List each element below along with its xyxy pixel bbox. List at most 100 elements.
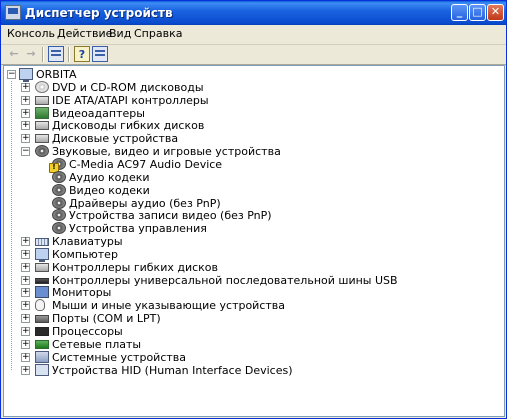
processor-icon (35, 327, 49, 336)
ide-controller-icon (35, 95, 49, 105)
expand-toggle[interactable]: + (21, 365, 30, 375)
tree-node[interactable]: + Устройства HID (Human Interface Devices… (4, 363, 502, 377)
device-label: C-Media AC97 Audio Device (69, 157, 223, 171)
category-label: Клавиатуры (52, 235, 123, 249)
toolbar: ← → ? (1, 45, 506, 65)
menu-action[interactable]: Действие (57, 27, 112, 40)
tree-node[interactable]: + Дисковые устройства (4, 132, 502, 145)
tree-node[interactable]: + Видеоадаптеры (4, 106, 502, 120)
expand-toggle[interactable]: + (21, 314, 30, 324)
help-icon[interactable]: ? (74, 46, 90, 62)
category-label: Порты (COM и LPT) (52, 312, 161, 326)
sound-device-icon (52, 183, 66, 196)
tree-node[interactable]: + Системные устройства (4, 350, 502, 364)
tree-node[interactable]: − ORBITA (4, 68, 502, 82)
expand-toggle[interactable]: + (21, 262, 30, 272)
tree-node[interactable]: + IDE ATA/ATAPI контроллеры (4, 94, 502, 107)
device-manager-icon (5, 5, 21, 20)
device-label: Видео кодеки (69, 183, 150, 197)
computer-icon (19, 68, 33, 82)
menu-help[interactable]: Справка (134, 27, 182, 40)
device-item[interactable]: C-Media AC97 Audio Device (4, 157, 502, 173)
expand-toggle[interactable]: + (21, 237, 30, 247)
expand-toggle[interactable]: + (21, 249, 30, 259)
tree-node[interactable]: − Звуковые, видео и игровые устройства (4, 145, 502, 158)
expand-toggle[interactable]: + (21, 95, 30, 105)
tree-node[interactable]: + Мониторы (4, 286, 502, 299)
tree-node[interactable]: + Порты (COM и LPT) (4, 312, 502, 325)
tree-node[interactable]: + Мыши и иные указывающие устройства (4, 299, 502, 312)
computer-icon (35, 247, 49, 262)
network-adapter-icon (35, 339, 49, 349)
tree-node[interactable]: + Контроллеры универсальной последователь… (4, 274, 502, 287)
tree-node[interactable]: + Компьютер (4, 247, 502, 262)
tree-node[interactable]: + Контроллеры гибких дисков (4, 261, 502, 274)
sound-device-icon (52, 222, 66, 235)
toolbar-separator (42, 47, 44, 62)
category-label: Процессоры (52, 325, 123, 338)
device-label: Драйверы аудио (без PnP) (69, 196, 221, 210)
device-item[interactable]: Устройства управления (4, 222, 502, 235)
expand-toggle[interactable]: + (21, 82, 30, 92)
floppy-drive-icon (35, 121, 49, 131)
tree-node[interactable]: + Дисководы гибких дисков (4, 119, 502, 132)
tree-node[interactable]: + DVD и CD-ROM дисководы (4, 80, 502, 94)
expand-toggle[interactable]: + (21, 327, 30, 336)
category-label: Компьютер (52, 247, 118, 261)
cdrom-icon (35, 80, 49, 93)
device-label: Аудио кодеки (69, 170, 150, 184)
collapse-toggle[interactable]: − (21, 147, 30, 157)
menu-view[interactable]: Вид (109, 27, 131, 40)
view-icon[interactable] (92, 46, 108, 62)
sound-device-icon (35, 145, 49, 158)
expand-toggle[interactable]: + (21, 352, 30, 362)
floppy-controller-icon (35, 262, 49, 272)
device-item[interactable]: Драйверы аудио (без PnP) (4, 196, 502, 210)
device-item[interactable]: Аудио кодеки (4, 170, 502, 184)
usb-icon (35, 277, 49, 284)
sound-device-icon (52, 196, 66, 209)
device-tree[interactable]: − ORBITA + DVD и CD-ROM дисководы + IDE ATA/A… (3, 65, 505, 417)
category-label: Устройства HID (Human Interface Devices) (52, 363, 293, 377)
system-device-icon (35, 350, 49, 363)
category-label: Дисковые устройства (52, 132, 179, 146)
device-item[interactable]: Видео кодеки (4, 183, 502, 197)
back-button[interactable]: ← (6, 46, 22, 62)
tree-node[interactable]: + Процессоры (4, 325, 502, 338)
menu-console[interactable]: Консоль (7, 27, 55, 40)
hid-icon (35, 363, 49, 376)
category-label: Контроллеры гибких дисков (52, 260, 219, 274)
maximize-button[interactable]: □ (469, 4, 486, 21)
port-icon (35, 315, 49, 324)
device-label: Устройства управления (69, 222, 207, 236)
minimize-button[interactable]: _ (451, 4, 468, 21)
category-label: Видеоадаптеры (52, 106, 145, 120)
mouse-icon (35, 299, 45, 312)
keyboard-icon (35, 238, 49, 247)
title-bar[interactable]: Диспетчер устройств _ □ ✕ (1, 1, 506, 25)
expand-toggle[interactable]: + (21, 301, 30, 311)
tree-node[interactable]: + Сетевые платы (4, 338, 502, 351)
toolbar-separator (68, 47, 70, 62)
tree-node[interactable]: + Клавиатуры (4, 235, 502, 248)
collapse-toggle[interactable]: − (7, 70, 16, 79)
category-label: ORBITA (36, 68, 77, 81)
properties-icon[interactable] (48, 46, 64, 62)
menu-bar: Консоль Действие Вид Справка (1, 25, 506, 45)
expand-toggle[interactable]: + (21, 275, 30, 285)
expand-toggle[interactable]: + (21, 339, 30, 349)
device-label: Устройства записи видео (без PnP) (69, 209, 272, 223)
expand-toggle[interactable]: + (21, 108, 30, 118)
expand-toggle[interactable]: + (21, 288, 30, 298)
disk-drive-icon (35, 134, 49, 144)
expand-toggle[interactable]: + (21, 134, 30, 144)
warning-sound-icon (49, 157, 66, 173)
close-button[interactable]: ✕ (487, 4, 504, 21)
category-label: DVD и CD-ROM дисководы (52, 80, 204, 94)
category-label: Контроллеры универсальной последовательн… (52, 273, 398, 287)
forward-button[interactable]: → (23, 46, 39, 62)
device-manager-window: Диспетчер устройств _ □ ✕ Консоль Действ… (0, 0, 507, 419)
device-item[interactable]: Устройства записи видео (без PnP) (4, 209, 502, 222)
category-label: Звуковые, видео и игровые устройства (52, 145, 281, 159)
expand-toggle[interactable]: + (21, 121, 30, 131)
